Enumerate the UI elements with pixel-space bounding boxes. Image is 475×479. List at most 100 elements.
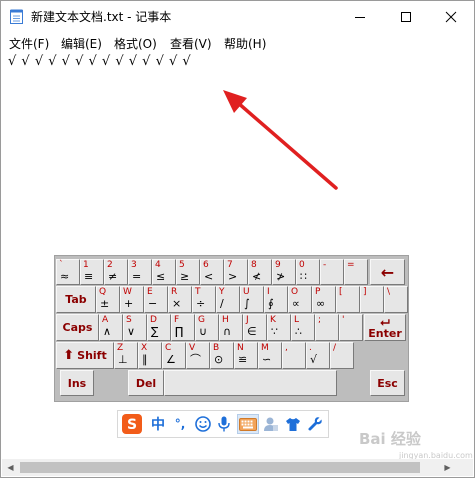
key-symbol: ∠ [166, 353, 176, 366]
key-1-10[interactable]: 9 ≯ [272, 259, 296, 285]
key-1-5[interactable]: 4 ≤ [152, 259, 176, 285]
key-symbol: ≮ [252, 270, 262, 283]
key-1-12[interactable]: - [320, 259, 344, 285]
ime-toolbar: S 中 °, [117, 410, 329, 438]
key-3-6[interactable]: H ∩ [219, 314, 243, 341]
key-2-8[interactable]: I ∮ [264, 286, 288, 313]
microphone-icon[interactable] [215, 414, 233, 434]
key-1-6[interactable]: 5 ≥ [176, 259, 200, 285]
caps-key[interactable]: Caps [56, 314, 99, 341]
key-label: 3 [131, 260, 137, 270]
key-4-7[interactable]: M ∽ [258, 342, 282, 369]
key-label: Z [117, 343, 124, 353]
key-3-2[interactable]: S ∨ [123, 314, 147, 341]
user-icon[interactable] [262, 414, 280, 434]
del-key[interactable]: Del [128, 370, 164, 396]
key-label: . [309, 343, 312, 353]
scroll-thumb[interactable] [20, 462, 420, 473]
key-symbol: ∩ [223, 325, 232, 338]
key-symbol: ∵ [271, 325, 278, 338]
key-symbol: ∝ [292, 297, 300, 310]
soft-keyboard-icon[interactable] [237, 414, 259, 434]
key-symbol: ∈ [247, 325, 257, 338]
key-symbol: ∽ [262, 353, 272, 366]
key-1-7[interactable]: 6 < [200, 259, 224, 285]
key-4-6[interactable]: N ≌ [234, 342, 258, 369]
key-3-9[interactable]: L ∴ [291, 314, 315, 341]
key-2-3[interactable]: E − [144, 286, 168, 313]
key-symbol: ∷ [300, 270, 307, 283]
key-label: V [189, 343, 196, 353]
key-label: 2 [107, 260, 113, 270]
backspace-key[interactable]: ← [370, 259, 405, 285]
space-key[interactable] [164, 370, 337, 396]
shift-key[interactable]: ⬆ Shift [56, 342, 114, 369]
scroll-left-icon[interactable]: ◀ [2, 459, 19, 476]
key-2-6[interactable]: Y ∕ [216, 286, 240, 313]
key-3-8[interactable]: K ∵ [267, 314, 291, 341]
key-4-8[interactable]: , [282, 342, 306, 369]
key-1-9[interactable]: 8 ≮ [248, 259, 272, 285]
key-4-1[interactable]: Z ⊥ [114, 342, 138, 369]
key-2-9[interactable]: O ∝ [288, 286, 312, 313]
keyboard-row-2: Q ± W + E − R × T ÷ Y ∕ U ∫ I ∮ O ∝ P ∞[] \ [96, 286, 408, 313]
key-symbol: ≠ [108, 270, 118, 283]
resize-grip[interactable] [456, 459, 473, 476]
key-3-1[interactable]: A ∧ [99, 314, 123, 341]
key-4-5[interactable]: B ⊙ [210, 342, 234, 369]
key-3-11[interactable]: ' [339, 314, 363, 341]
ime-punct-toggle[interactable]: °, [171, 414, 189, 434]
key-1-13[interactable]: = [344, 259, 368, 285]
wrench-settings-icon[interactable] [306, 414, 324, 434]
key-2-7[interactable]: U ∫ [240, 286, 264, 313]
key-3-10[interactable]: ; [315, 314, 339, 341]
scroll-right-icon[interactable]: ▶ [439, 459, 456, 476]
key-1-1[interactable]: ` ≈ [56, 259, 80, 285]
key-3-5[interactable]: G ∪ [195, 314, 219, 341]
key-2-2[interactable]: W + [120, 286, 144, 313]
key-3-7[interactable]: J ∈ [243, 314, 267, 341]
key-4-2[interactable]: X ∥ [138, 342, 162, 369]
key-label: O [291, 287, 299, 297]
key-1-2[interactable]: 1 ≡ [80, 259, 104, 285]
key-symbol: ∧ [103, 325, 112, 338]
key-3-4[interactable]: F ∏ [171, 314, 195, 341]
key-label: ; [318, 315, 322, 325]
key-label: ` [59, 260, 64, 270]
soft-keyboard: ` ≈1 ≡ 2 ≠ 3 = 4 ≤5 ≥6 <7 >8 ≮ 9 ≯ 0 ∷ - = ← Tab Q ± W + E − R × T… [54, 255, 409, 402]
key-symbol: √ [310, 353, 318, 366]
key-2-12[interactable]: ] [360, 286, 384, 313]
key-2-13[interactable]: \ [384, 286, 408, 313]
key-4-10[interactable]: / [330, 342, 354, 369]
key-symbol: > [228, 270, 238, 283]
key-2-11[interactable]: [ [336, 286, 360, 313]
key-1-4[interactable]: 3 = [128, 259, 152, 285]
key-1-8[interactable]: 7 > [224, 259, 248, 285]
tab-key[interactable]: Tab [56, 286, 96, 313]
key-label: I [267, 287, 270, 297]
key-1-11[interactable]: 0 ∷ [296, 259, 320, 285]
ime-mode-toggle[interactable]: 中 [149, 414, 167, 434]
key-4-3[interactable]: C ∠ [162, 342, 186, 369]
key-2-4[interactable]: R × [168, 286, 192, 313]
sogou-logo-icon[interactable]: S [121, 414, 143, 434]
enter-key[interactable]: ⮠ Enter [364, 314, 406, 341]
key-4-9[interactable]: . √ [306, 342, 330, 369]
emoji-icon[interactable] [193, 414, 213, 434]
key-2-1[interactable]: Q ± [96, 286, 120, 313]
key-1-3[interactable]: 2 ≠ [104, 259, 128, 285]
skin-shirt-icon[interactable] [284, 414, 302, 434]
key-symbol: ∕ [220, 297, 224, 310]
ins-key[interactable]: Ins [60, 370, 94, 396]
key-2-5[interactable]: T ÷ [192, 286, 216, 313]
key-symbol: ∫ [244, 297, 250, 310]
svg-text:S: S [127, 417, 137, 433]
horizontal-scrollbar[interactable]: ◀ ▶ [2, 459, 473, 476]
esc-key[interactable]: Esc [370, 370, 405, 396]
key-4-4[interactable]: V ⌒ [186, 342, 210, 369]
key-symbol: ∏ [175, 325, 184, 338]
key-label: S [126, 315, 132, 325]
key-3-3[interactable]: D ∑ [147, 314, 171, 341]
key-2-10[interactable]: P ∞ [312, 286, 336, 313]
key-label: 7 [227, 260, 233, 270]
